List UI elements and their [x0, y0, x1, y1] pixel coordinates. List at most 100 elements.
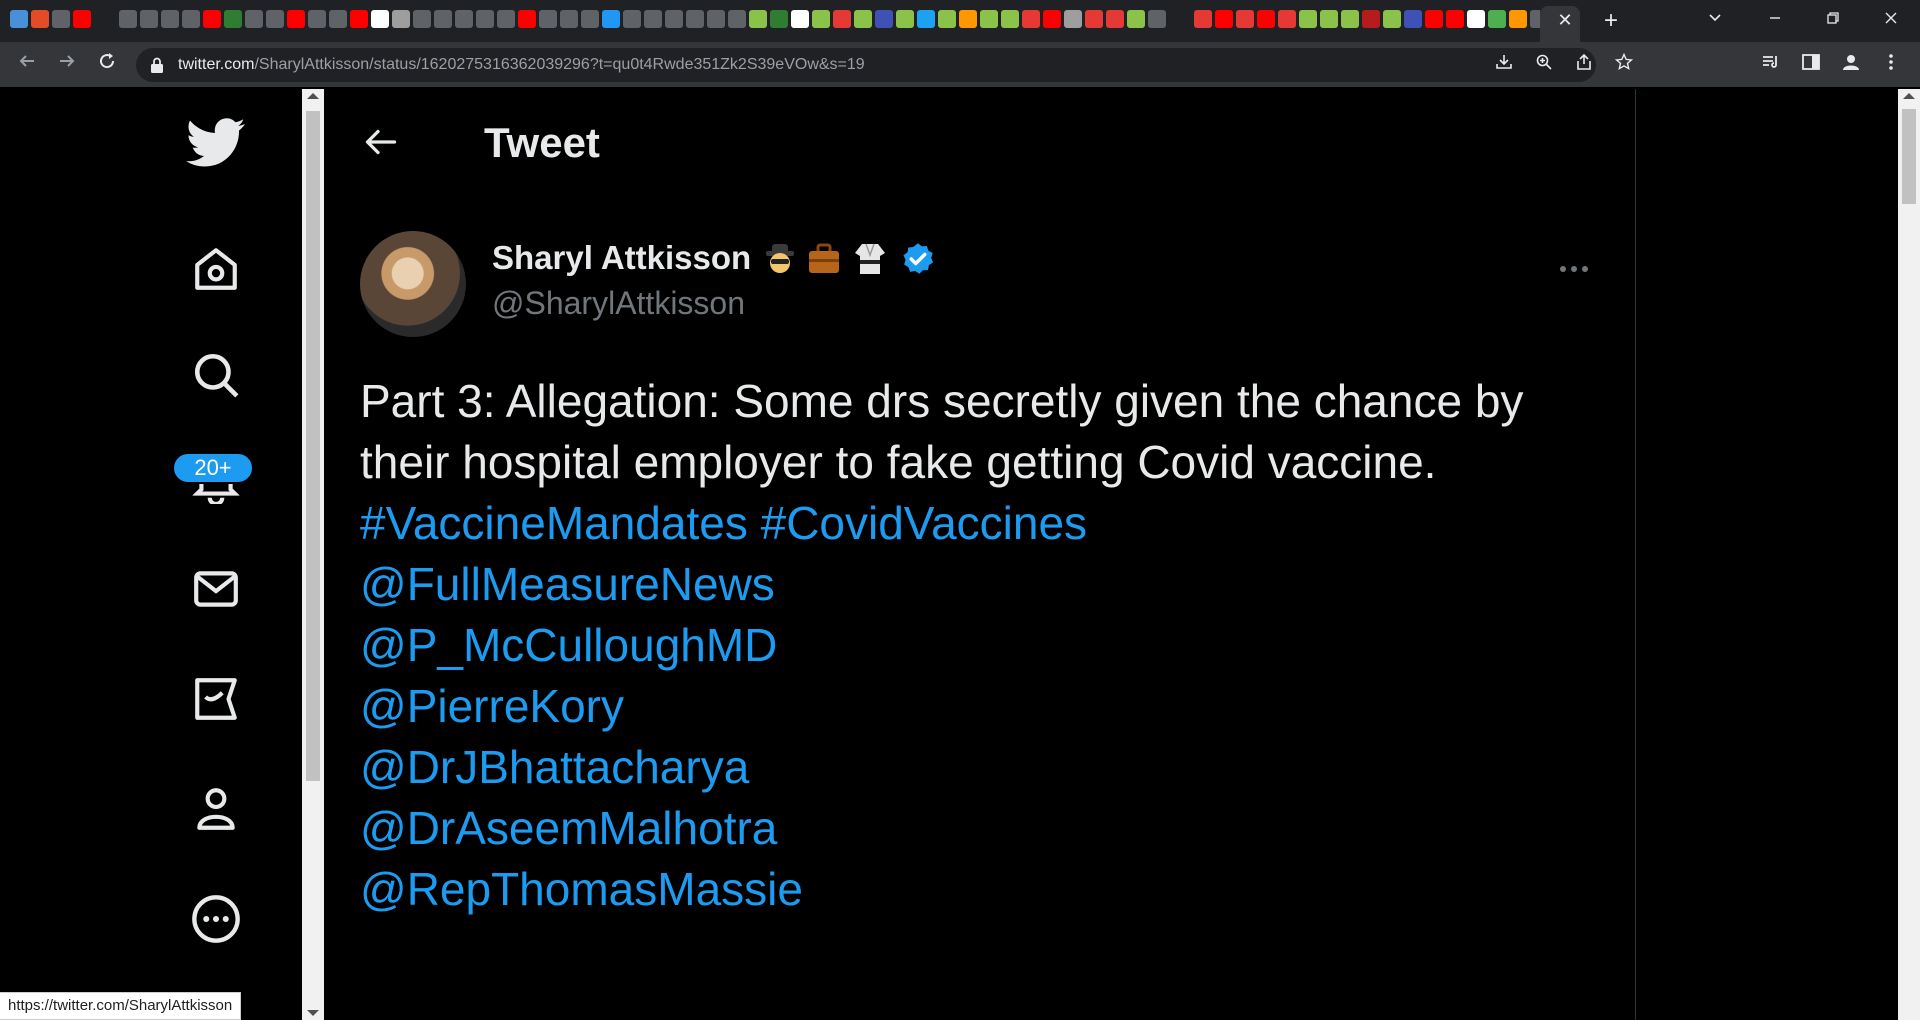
tab-favicon-icon[interactable]: [707, 10, 725, 28]
scrollbar-thumb[interactable]: [306, 111, 320, 781]
more-options-circle-icon[interactable]: [186, 889, 246, 949]
tab-favicon-icon[interactable]: [1215, 10, 1233, 28]
tab-favicon-icon[interactable]: [31, 10, 49, 28]
tab-favicon-icon[interactable]: [1278, 10, 1296, 28]
tab-favicon-icon[interactable]: [350, 10, 368, 28]
tab-favicon-icon[interactable]: [119, 10, 137, 28]
back-button[interactable]: [12, 50, 42, 80]
back-arrow-icon[interactable]: [361, 122, 401, 162]
tab-favicon-icon[interactable]: [1530, 10, 1540, 28]
tab-favicon-icon[interactable]: [623, 10, 641, 28]
scroll-up-arrow-icon[interactable]: [307, 93, 319, 99]
explore-search-icon[interactable]: [186, 345, 246, 405]
scrollbar-thumb[interactable]: [1902, 109, 1916, 204]
tab-favicon-icon[interactable]: [1085, 10, 1103, 28]
minimize-button[interactable]: [1760, 8, 1790, 34]
tab-favicon-icon[interactable]: [644, 10, 662, 28]
tab-favicon-icon[interactable]: [1001, 10, 1019, 28]
tweet-hashtags[interactable]: #VaccineMandates #CovidVaccines: [360, 493, 1600, 554]
tab-favicon-icon[interactable]: [896, 10, 914, 28]
tab-favicon-icon[interactable]: [1467, 10, 1485, 28]
tab-favicon-icon[interactable]: [1257, 10, 1275, 28]
tab-favicon-icon[interactable]: [833, 10, 851, 28]
tab-favicon-icon[interactable]: [182, 10, 200, 28]
tab-favicon-icon[interactable]: [1236, 10, 1254, 28]
tab-favicon-icon[interactable]: [413, 10, 431, 28]
tab-favicon-icon[interactable]: [1404, 10, 1422, 28]
tab-search-icon[interactable]: [1700, 8, 1730, 34]
tab-favicon-icon[interactable]: [980, 10, 998, 28]
tab-favicon-icon[interactable]: [1127, 10, 1145, 28]
author-handle[interactable]: @SharylAttkisson: [492, 285, 745, 322]
tab-favicon-icon[interactable]: [497, 10, 515, 28]
avatar[interactable]: [360, 231, 466, 337]
left-column-scrollbar[interactable]: [302, 89, 324, 1020]
tab-favicon-icon[interactable]: [1148, 10, 1166, 28]
tab-favicon-icon[interactable]: [140, 10, 158, 28]
media-controls-icon[interactable]: [1758, 52, 1784, 78]
profile-icon[interactable]: [1838, 52, 1864, 78]
tab-favicon-icon[interactable]: [308, 10, 326, 28]
tab-favicon-icon[interactable]: [1341, 10, 1359, 28]
tab-favicon-icon[interactable]: [749, 10, 767, 28]
tab-favicon-icon[interactable]: [1509, 10, 1527, 28]
close-window-button[interactable]: [1876, 8, 1906, 34]
share-icon[interactable]: [1572, 53, 1596, 77]
tab-favicon-icon[interactable]: [665, 10, 683, 28]
mention-link[interactable]: @FullMeasureNews: [360, 554, 1600, 615]
tab-favicon-icon[interactable]: [560, 10, 578, 28]
tab-favicon-icon[interactable]: [602, 10, 620, 28]
tab-favicon-icon[interactable]: [245, 10, 263, 28]
messages-envelope-icon[interactable]: [186, 559, 246, 619]
tab-favicon-icon[interactable]: [1106, 10, 1124, 28]
tab-favicon-icon[interactable]: [10, 10, 28, 28]
tab-favicon-icon[interactable]: [1488, 10, 1506, 28]
tab-favicon-icon[interactable]: [686, 10, 704, 28]
tab-favicon-icon[interactable]: [161, 10, 179, 28]
lock-icon[interactable]: [150, 57, 164, 73]
tab-favicon-icon[interactable]: [1169, 10, 1191, 28]
zoom-icon[interactable]: [1532, 53, 1556, 77]
restore-button[interactable]: [1818, 8, 1848, 34]
tab-favicon-icon[interactable]: [875, 10, 893, 28]
tab-favicon-icon[interactable]: [1194, 10, 1212, 28]
tab-favicon-icon[interactable]: [791, 10, 809, 28]
tab-favicon-icon[interactable]: [938, 10, 956, 28]
tab-favicon-icon[interactable]: [917, 10, 935, 28]
tab-favicon-icon[interactable]: [1299, 10, 1317, 28]
tab-favicon-icon[interactable]: [52, 10, 70, 28]
twitter-logo-icon[interactable]: [186, 113, 246, 173]
mention-link[interactable]: @DrJBhattacharya: [360, 737, 1600, 798]
tab-close-icon[interactable]: ✕: [1554, 9, 1576, 31]
scroll-down-arrow-icon[interactable]: [307, 1010, 319, 1016]
tab-favicon-icon[interactable]: [854, 10, 872, 28]
tab-favicon-icon[interactable]: [581, 10, 599, 28]
install-app-icon[interactable]: [1492, 53, 1516, 77]
tab-favicon-icon[interactable]: [959, 10, 977, 28]
new-tab-button[interactable]: +: [1598, 8, 1624, 34]
scroll-up-arrow-icon[interactable]: [1903, 93, 1915, 99]
tab-favicon-icon[interactable]: [203, 10, 221, 28]
tab-favicon-icon[interactable]: [287, 10, 305, 28]
twitter-blue-icon[interactable]: [186, 669, 246, 729]
tweet-more-options-icon[interactable]: [1549, 254, 1599, 284]
tab-favicon-icon[interactable]: [434, 10, 452, 28]
tab-favicon-icon[interactable]: [392, 10, 410, 28]
tab-favicon-icon[interactable]: [1383, 10, 1401, 28]
verified-badge-icon[interactable]: [900, 241, 936, 277]
mention-link[interactable]: @RepThomasMassie: [360, 859, 1600, 920]
tab-favicon-icon[interactable]: [476, 10, 494, 28]
tab-favicon-icon[interactable]: [1064, 10, 1082, 28]
tab-favicon-icon[interactable]: [770, 10, 788, 28]
author-display-name[interactable]: Sharyl Attkisson: [492, 239, 751, 277]
tab-favicon-icon[interactable]: [1362, 10, 1380, 28]
mention-link[interactable]: @DrAseemMalhotra: [360, 798, 1600, 859]
tab-favicon-icon[interactable]: [1425, 10, 1443, 28]
home-icon[interactable]: [186, 239, 246, 299]
tab-favicon-icon[interactable]: [539, 10, 557, 28]
tab-favicon-icon[interactable]: [371, 10, 389, 28]
page-scrollbar[interactable]: [1898, 89, 1920, 1020]
tab-favicon-icon[interactable]: [1446, 10, 1464, 28]
notifications-badge[interactable]: 20+: [172, 452, 254, 484]
tab-favicon-icon[interactable]: [1022, 10, 1040, 28]
